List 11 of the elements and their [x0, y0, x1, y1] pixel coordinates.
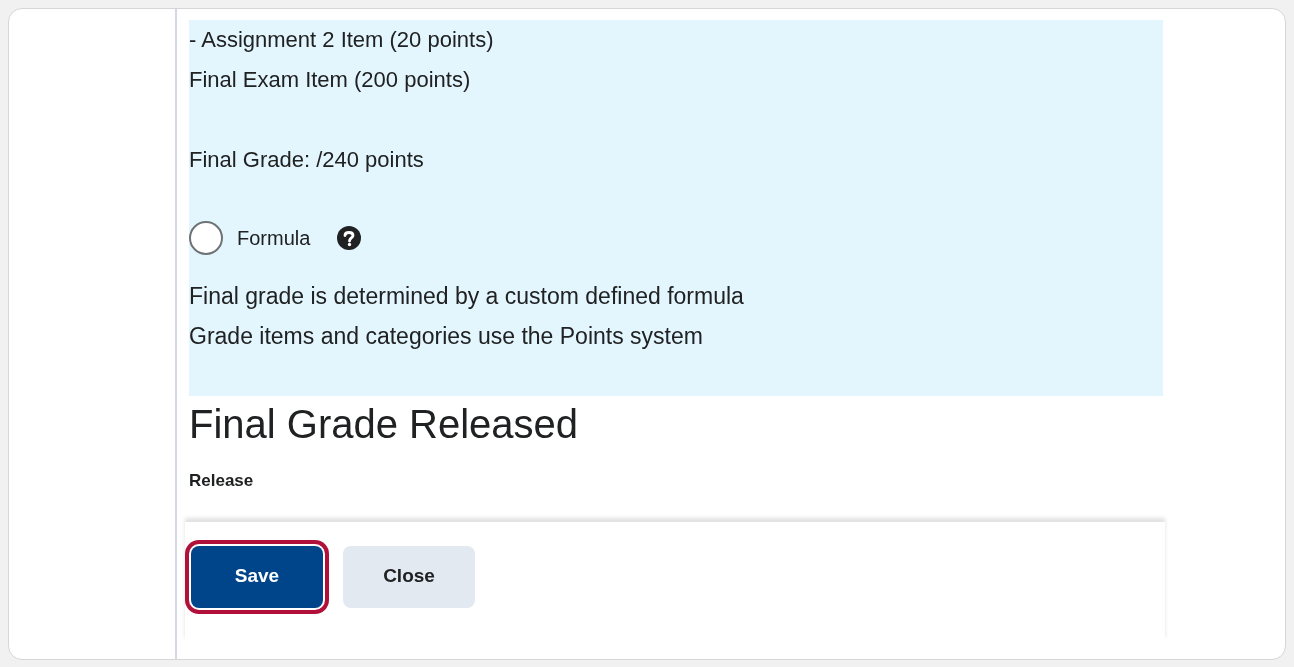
- grade-item-text: Final Exam Item (200 points): [189, 66, 471, 94]
- description-text: Grade items and categories use the Points system: [189, 322, 703, 351]
- final-grade-text: Final Grade: /240 points: [189, 146, 424, 174]
- section-heading: Final Grade Released: [189, 401, 579, 448]
- close-button[interactable]: Close: [343, 545, 475, 608]
- help-icon[interactable]: [336, 225, 363, 251]
- grade-item-text: - Assignment 2 Item (20 points): [189, 26, 494, 54]
- description-text: Final grade is determined by a custom defined formula: [189, 282, 744, 311]
- field-label: Release: [189, 470, 254, 492]
- radio-button[interactable]: [189, 221, 223, 255]
- radio-label: Formula: [237, 226, 311, 251]
